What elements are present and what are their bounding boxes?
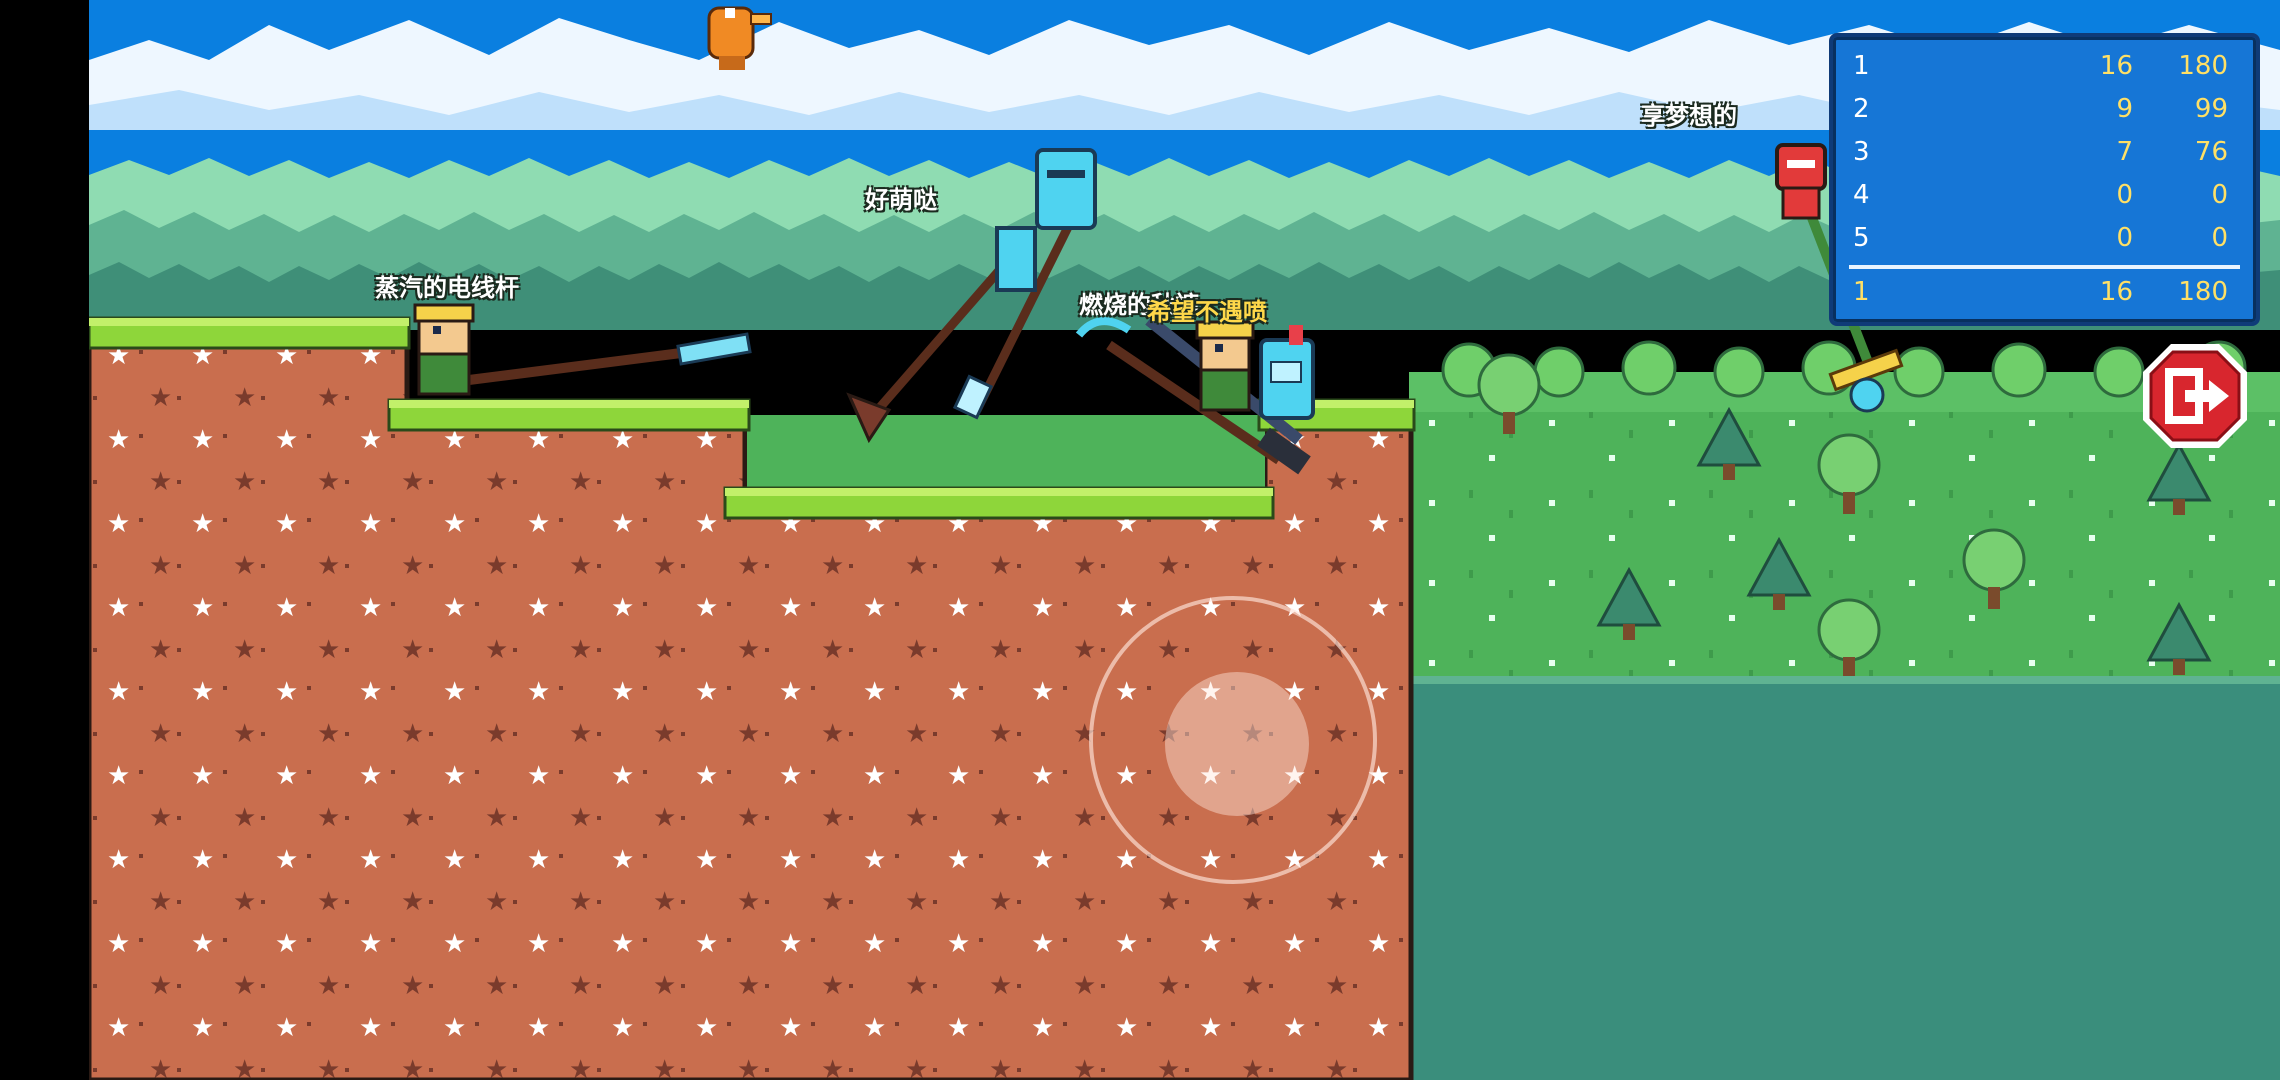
virtual-joystick[interactable] [1089, 596, 1377, 884]
player-name-middle: 好萌哒 [865, 186, 937, 214]
scoreboard-score: 0 [2211, 180, 2228, 210]
scoreboard-kills: 0 [2116, 223, 2133, 253]
exit-button[interactable] [2139, 340, 2251, 452]
scoreboard-row: 5 0 0 [1853, 223, 2228, 263]
joystick-knob[interactable] [1165, 672, 1309, 816]
scoreboard-rank: 4 [1853, 180, 1870, 210]
scoreboard-score: 0 [2211, 223, 2228, 253]
player-name-self: 希望不遇喷 [1147, 298, 1267, 326]
player-center-sprite [1075, 315, 1315, 475]
scoreboard-own-kills: 16 [2099, 277, 2133, 307]
exit-door-arrow-icon [2143, 344, 2247, 448]
scoreboard-score: 76 [2194, 137, 2228, 167]
scoreboard-own-rank: 1 [1853, 277, 1870, 307]
scoreboard-rank: 1 [1853, 51, 1870, 81]
scoreboard-score: 180 [2178, 51, 2228, 81]
scoreboard-divider [1849, 265, 2240, 269]
scoreboard-kills: 16 [2099, 51, 2133, 81]
scoreboard-row: 1 16 180 [1853, 51, 2228, 91]
scoreboard-panel: 1 16 180 2 9 99 3 7 76 4 0 0 5 0 0 1 16 … [1829, 33, 2260, 326]
scoreboard-own-row: 1 16 180 [1853, 277, 2228, 317]
scoreboard-row: 2 9 99 [1853, 94, 2228, 134]
game-screen: ★ ★ [0, 0, 2280, 1080]
duck-sprite [707, 6, 772, 70]
game-scene: ★ ★ [89, 0, 2280, 1080]
scoreboard-rank: 2 [1853, 94, 1870, 124]
scoreboard-rank: 5 [1853, 223, 1870, 253]
player-left-sprite [413, 303, 752, 396]
player-name-left: 蒸汽的电线杆 [375, 274, 519, 302]
scoreboard-kills: 9 [2116, 94, 2133, 124]
scoreboard-own-score: 180 [2178, 277, 2228, 307]
letterbox-bar [0, 0, 89, 1080]
scoreboard-score: 99 [2194, 94, 2228, 124]
scoreboard-kills: 0 [2116, 180, 2133, 210]
player-name-right: 享梦想的 [1641, 102, 1737, 130]
scoreboard-kills: 7 [2116, 137, 2133, 167]
scoreboard-row: 4 0 0 [1853, 180, 2228, 220]
scoreboard-row: 3 7 76 [1853, 137, 2228, 177]
scoreboard-rank: 3 [1853, 137, 1870, 167]
